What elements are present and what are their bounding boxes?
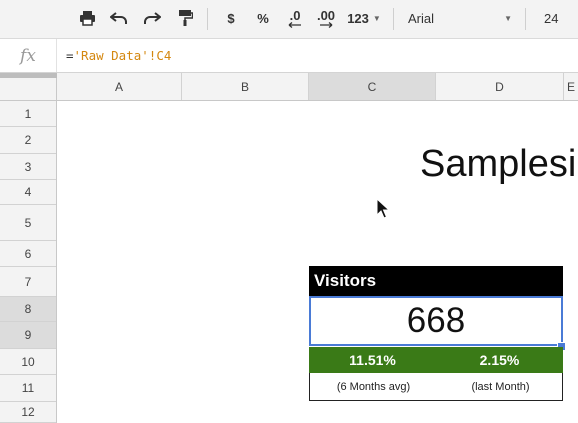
- undo-icon[interactable]: [106, 4, 132, 32]
- font-size-select[interactable]: 24: [544, 6, 574, 30]
- percent-button[interactable]: %: [252, 4, 274, 32]
- arrow-right-icon: [320, 21, 333, 28]
- row-header-10[interactable]: 10: [0, 349, 56, 375]
- percent-row: 11.51% 2.15%: [309, 347, 563, 373]
- print-icon[interactable]: [74, 4, 100, 32]
- increase-decimal-label: .00: [316, 7, 336, 23]
- row-header-9[interactable]: 9: [0, 322, 56, 349]
- column-header-e[interactable]: E: [564, 73, 578, 100]
- row-header-8[interactable]: 8: [0, 297, 56, 322]
- six-month-percent-cell[interactable]: 11.51%: [309, 347, 436, 373]
- row-header-1[interactable]: 1: [0, 101, 56, 127]
- column-header-d[interactable]: D: [436, 73, 564, 100]
- formula-prefix: =: [66, 48, 74, 63]
- row-header-12[interactable]: 12: [0, 402, 56, 423]
- six-month-caption-cell[interactable]: (6 Months avg): [310, 373, 437, 400]
- formula-bar: fx = 'Raw Data'!C4: [0, 39, 578, 73]
- chevron-down-icon: ▼: [372, 13, 381, 23]
- redo-icon[interactable]: [139, 4, 165, 32]
- mouse-cursor-icon: [376, 197, 391, 225]
- select-all-corner[interactable]: [0, 73, 57, 100]
- currency-button[interactable]: $: [220, 4, 242, 32]
- paint-format-icon[interactable]: [172, 4, 198, 32]
- row-header-5[interactable]: 5: [0, 205, 56, 241]
- row-header-7[interactable]: 7: [0, 267, 56, 297]
- chevron-down-icon: ▼: [504, 13, 512, 23]
- decrease-decimal-button[interactable]: .0: [282, 4, 308, 32]
- column-header-a[interactable]: A: [57, 73, 182, 100]
- row-header-11[interactable]: 11: [0, 375, 56, 402]
- last-month-percent-cell[interactable]: 2.15%: [436, 347, 563, 373]
- decrease-decimal-label: .0: [289, 7, 301, 23]
- last-month-caption-cell[interactable]: (last Month): [437, 373, 564, 400]
- formula-reference: 'Raw Data'!C4: [73, 48, 172, 63]
- arrow-left-icon: [288, 21, 301, 28]
- fx-icon: fx: [0, 39, 57, 72]
- row-header-4[interactable]: 4: [0, 180, 56, 205]
- column-header-row: A B C D E: [0, 73, 578, 101]
- font-family-value: Arial: [408, 10, 435, 26]
- increase-decimal-button[interactable]: .00: [312, 4, 340, 32]
- visitors-header-cell[interactable]: Visitors: [309, 266, 563, 296]
- column-header-b[interactable]: B: [182, 73, 309, 100]
- visitors-widget: Visitors 668 11.51% 2.15% (6 Months avg)…: [309, 266, 566, 402]
- row-header-column: 1 2 3 4 5 6 7 8 9 10 11 12: [0, 101, 57, 423]
- more-formats-label: 123: [347, 10, 369, 26]
- column-header-c[interactable]: C: [309, 73, 436, 100]
- font-family-select[interactable]: Arial ▼: [408, 6, 512, 30]
- caption-row: (6 Months avg) (last Month): [309, 373, 563, 401]
- visitors-value-cell[interactable]: 668: [309, 296, 563, 346]
- row-header-3[interactable]: 3: [0, 154, 56, 180]
- more-formats-button[interactable]: 123 ▼: [344, 4, 384, 32]
- toolbar: $ % .0 .00 123 ▼ Arial ▼ 24: [0, 0, 578, 39]
- row-header-2[interactable]: 2: [0, 127, 56, 154]
- sheet-title-cell[interactable]: Samplesi: [420, 143, 576, 186]
- formula-input[interactable]: = 'Raw Data'!C4: [66, 39, 171, 72]
- row-header-6[interactable]: 6: [0, 241, 56, 267]
- font-size-value: 24: [544, 10, 559, 26]
